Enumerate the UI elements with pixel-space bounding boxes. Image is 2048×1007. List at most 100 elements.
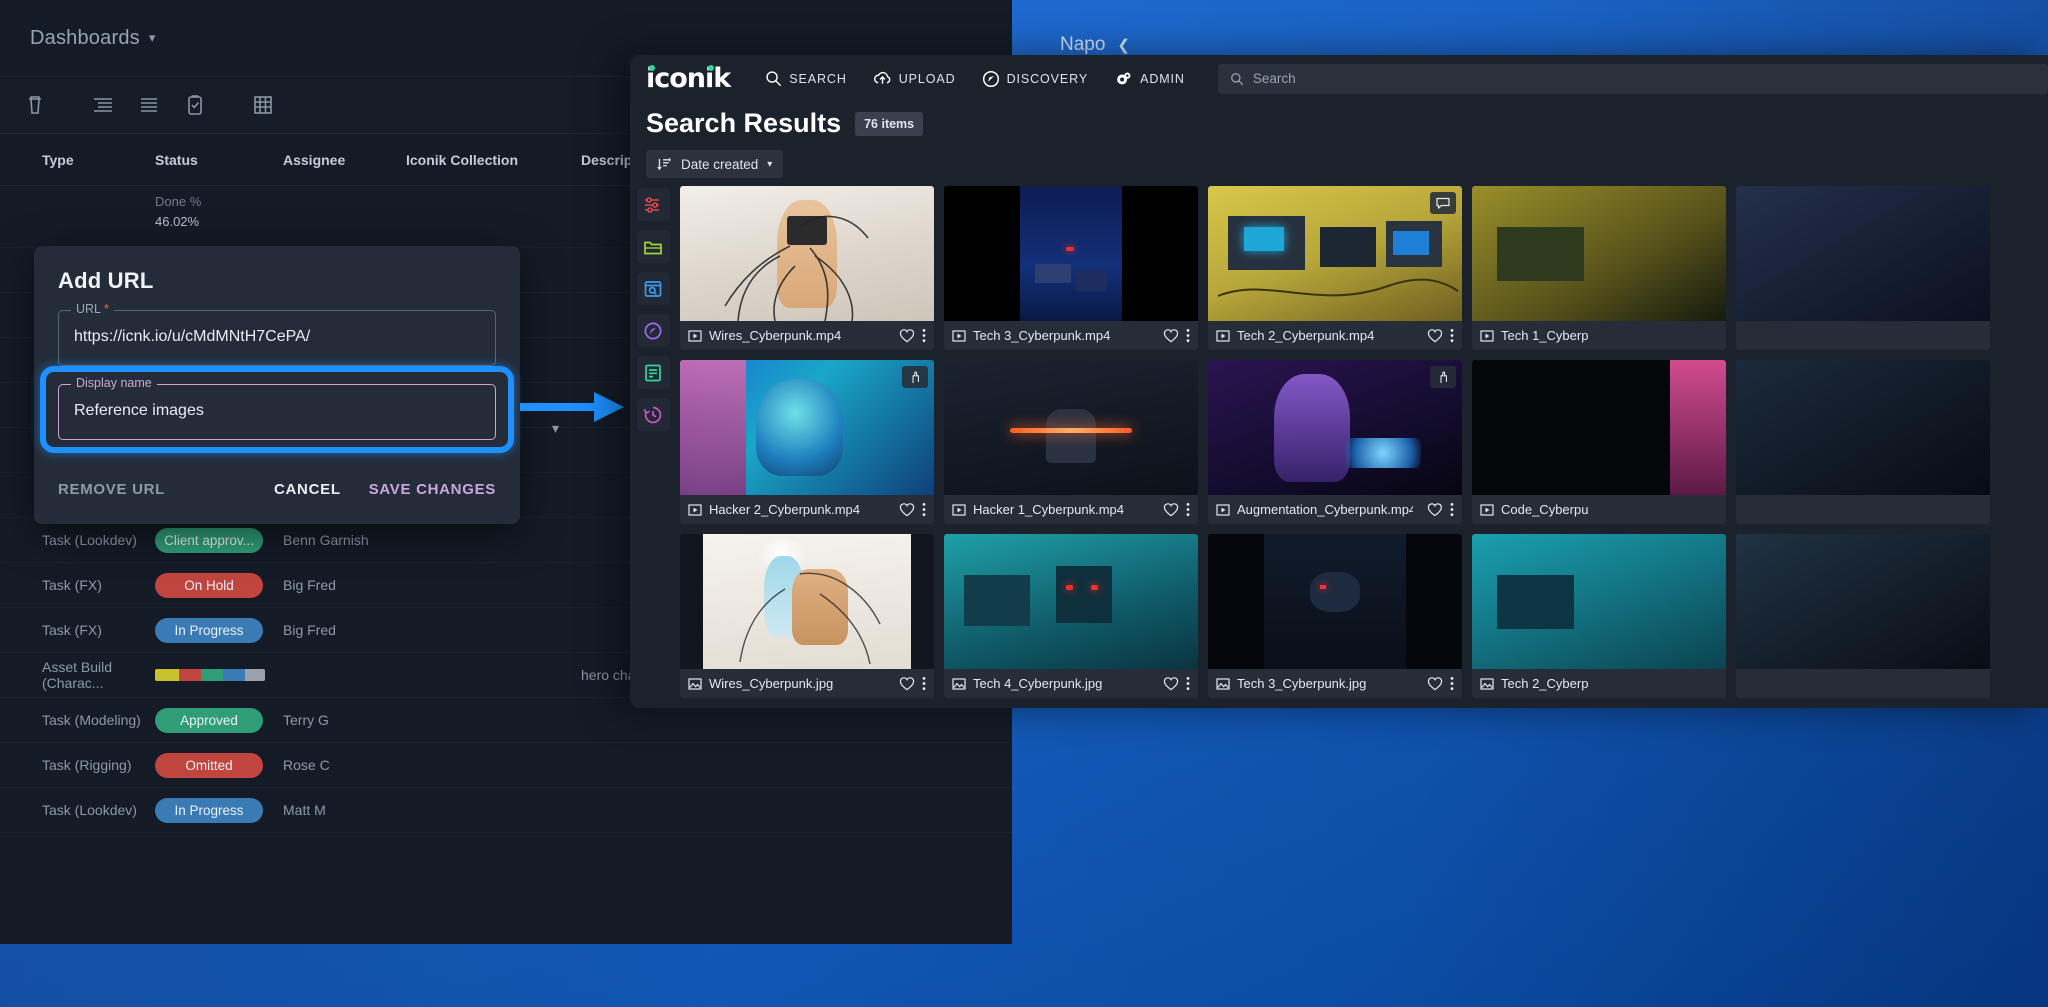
approval-badge[interactable] [902,366,928,388]
grid-table-icon[interactable] [240,82,286,128]
asset-card[interactable]: Tech 1_Cyberp [1472,186,1726,350]
asset-thumbnail[interactable] [1208,186,1462,321]
asset-card[interactable]: Augmentation_Cyberpunk.mp4 [1208,360,1462,524]
done-percent-value: 46.02% [155,212,283,232]
asset-thumbnail[interactable] [1472,186,1726,321]
nav-discovery[interactable]: DISCOVERY [969,55,1102,102]
more-options-icon[interactable] [1186,676,1190,691]
asset-card[interactable] [1736,186,1990,350]
sidebar-item-saved-searches[interactable] [637,272,670,305]
more-options-icon[interactable] [1450,502,1454,517]
asset-name: Tech 2_Cyberpunk.mp4 [1237,328,1374,343]
asset-card[interactable]: Tech 4_Cyberpunk.jpg [944,534,1198,698]
favorite-heart-icon[interactable] [1427,676,1443,691]
asset-name: Tech 1_Cyberp [1501,328,1588,343]
asset-thumbnail[interactable] [1736,360,1990,495]
sidebar-item-filters[interactable] [637,188,670,221]
favorite-heart-icon[interactable] [1163,328,1179,343]
window-title-bar: Napo ❮ [1060,34,1130,56]
iconik-logo[interactable]: iconik [646,63,730,94]
asset-card[interactable]: Hacker 1_Cyberpunk.mp4 [944,360,1198,524]
approval-hand-icon [909,370,922,384]
display-name-input-value: Reference images [74,402,204,420]
cancel-button[interactable]: CANCEL [274,481,341,498]
more-options-icon[interactable] [1186,502,1190,517]
url-field[interactable]: URL * https://icnk.io/u/cMdMNtH7CePA/ [58,310,496,366]
nav-upload[interactable]: UPLOAD [860,55,969,102]
trash-icon[interactable] [12,82,58,128]
asset-name: Code_Cyberpu [1501,502,1588,517]
asset-card[interactable]: Wires_Cyberpunk.jpg [680,534,934,698]
asset-thumbnail[interactable] [1736,534,1990,669]
global-search-input[interactable]: Search [1218,64,2048,94]
asset-thumbnail[interactable] [1208,360,1462,495]
asset-thumbnail[interactable] [680,534,934,669]
sidebar-item-metadata[interactable] [637,356,670,389]
asset-thumbnail[interactable] [944,186,1198,321]
more-options-icon[interactable] [1450,328,1454,343]
more-options-icon[interactable] [922,328,926,343]
asset-card[interactable]: Wires_Cyberpunk.mp4 [680,186,934,350]
more-options-icon[interactable] [1450,676,1454,691]
asset-card[interactable]: Code_Cyberpu [1472,360,1726,524]
asset-thumbnail[interactable] [944,360,1198,495]
comment-badge[interactable] [1430,192,1456,214]
breadcrumb[interactable]: Dashboards ▾ [30,27,156,50]
asset-card-bar: Tech 4_Cyberpunk.jpg [944,669,1198,698]
favorite-heart-icon[interactable] [899,502,915,517]
dialog-title: Add URL [58,268,496,294]
align-list-icon[interactable] [80,82,126,128]
favorite-heart-icon[interactable] [1163,502,1179,517]
column-header-status[interactable]: Status [155,152,283,168]
sidebar-item-history[interactable] [637,398,670,431]
sidebar-item-collections[interactable] [637,230,670,263]
sort-dropdown[interactable]: Date created ▾ [646,150,783,178]
collapse-chevron-icon[interactable]: ❮ [1117,36,1130,54]
row-type: Task (Lookdev) [0,802,155,818]
nav-search[interactable]: SEARCH [752,55,860,102]
search-icon [1230,72,1244,86]
save-changes-button[interactable]: SAVE CHANGES [369,481,496,498]
asset-thumbnail[interactable] [1472,360,1726,495]
more-options-icon[interactable] [1186,328,1190,343]
table-row[interactable]: Task (Lookdev) In Progress Matt M [0,788,1012,833]
table-row[interactable]: Task (Rigging) Omitted Rose C [0,743,1012,788]
column-header-type[interactable]: Type [0,152,155,168]
favorite-heart-icon[interactable] [1427,328,1443,343]
row-type: Task (FX) [0,577,155,593]
clipboard-check-icon[interactable] [172,82,218,128]
history-clock-icon [642,404,664,426]
favorite-heart-icon[interactable] [899,676,915,691]
favorite-heart-icon[interactable] [899,328,915,343]
asset-thumbnail[interactable] [1208,534,1462,669]
status-badge: In Progress [155,798,263,823]
asset-card[interactable] [1736,360,1990,524]
more-options-icon[interactable] [922,502,926,517]
video-file-icon [1216,503,1230,517]
approval-badge[interactable] [1430,366,1456,388]
sort-label: Date created [681,157,758,172]
iconik-nav: iconik SEARCH UPLOAD DISCOVERY ADMIN Sea… [630,55,2048,102]
asset-card[interactable] [1736,534,1990,698]
nav-admin[interactable]: ADMIN [1101,55,1198,102]
remove-url-button[interactable]: REMOVE URL [58,481,165,498]
asset-card[interactable]: Hacker 2_Cyberpunk.mp4 [680,360,934,524]
asset-thumbnail[interactable] [680,360,934,495]
column-header-collection[interactable]: Iconik Collection [406,152,581,168]
asset-thumbnail[interactable] [1736,186,1990,321]
asset-thumbnail[interactable] [944,534,1198,669]
asset-card[interactable]: Tech 3_Cyberpunk.jpg [1208,534,1462,698]
more-options-icon[interactable] [922,676,926,691]
favorite-heart-icon[interactable] [1427,502,1443,517]
asset-card[interactable]: Tech 2_Cyberpunk.mp4 [1208,186,1462,350]
asset-thumbnail[interactable] [1472,534,1726,669]
asset-card[interactable]: Tech 2_Cyberp [1472,534,1726,698]
column-header-assignee[interactable]: Assignee [283,152,406,168]
display-name-field[interactable]: Display name Reference images [58,384,496,440]
list-icon[interactable] [126,82,172,128]
image-file-icon [1216,677,1230,691]
asset-card[interactable]: Tech 3_Cyberpunk.mp4 [944,186,1198,350]
sidebar-item-discovery[interactable] [637,314,670,347]
asset-thumbnail[interactable] [680,186,934,321]
favorite-heart-icon[interactable] [1163,676,1179,691]
